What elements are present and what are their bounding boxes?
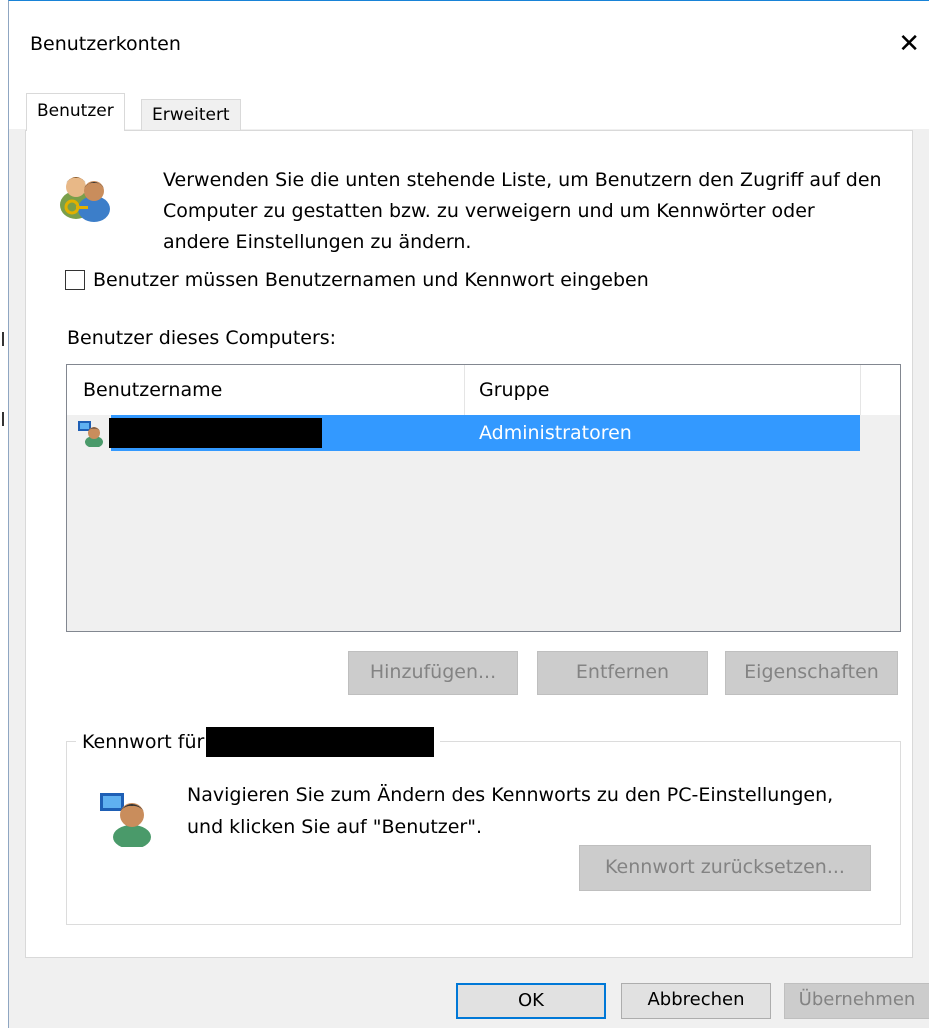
reset-password-button[interactable]: Kennwort zurücksetzen... <box>579 845 871 891</box>
password-group-legend: Kennwort für <box>76 727 441 757</box>
background-mark <box>2 412 4 426</box>
password-group-description: Navigieren Sie zum Ändern des Kennworts … <box>187 784 834 838</box>
add-user-button[interactable]: Hinzufügen... <box>348 651 518 695</box>
window-title: Benutzerkonten <box>30 33 181 55</box>
apply-button[interactable]: Übernehmen <box>784 983 929 1019</box>
users-listview[interactable]: Benutzername Gruppe Administratoren <box>66 364 901 632</box>
remove-user-button[interactable]: Entfernen <box>537 651 708 695</box>
listview-header-filler <box>861 365 900 415</box>
legend-username-redacted <box>206 727 435 757</box>
title-bar: Benutzerkonten ✕ <box>9 1 929 89</box>
ok-button[interactable]: OK <box>456 983 606 1019</box>
intro-description: Verwenden Sie die unten stehende Liste, … <box>163 169 882 253</box>
properties-button[interactable]: Eigenschaften <box>725 651 898 695</box>
user-accounts-dialog: Benutzerkonten ✕ Benutzer Erweitert Verw… <box>8 0 929 1028</box>
table-row[interactable]: Administratoren <box>67 415 860 451</box>
require-login-label[interactable]: Benutzer müssen Benutzernamen und Kennwo… <box>93 269 649 291</box>
require-login-checkbox[interactable] <box>65 270 85 290</box>
users-key-icon <box>60 177 110 222</box>
close-button[interactable]: ✕ <box>898 29 920 59</box>
tab-panel-users: Verwenden Sie die unten stehende Liste, … <box>25 130 913 958</box>
username-redacted <box>109 418 322 448</box>
users-list-label: Benutzer dieses Computers: <box>67 327 337 349</box>
cancel-button[interactable]: Abbrechen <box>621 983 771 1019</box>
user-account-icon <box>100 793 151 847</box>
background-mark <box>2 332 4 346</box>
column-header-group[interactable]: Gruppe <box>479 365 549 415</box>
require-login-row[interactable]: Benutzer müssen Benutzernamen und Kennwo… <box>65 269 649 291</box>
user-group-cell: Administratoren <box>479 422 632 444</box>
tab-advanced[interactable]: Erweitert <box>141 99 241 131</box>
user-account-icon <box>78 421 103 447</box>
password-group-legend-text: Kennwort für <box>82 731 205 753</box>
column-header-username[interactable]: Benutzername <box>83 365 222 415</box>
listview-header: Benutzername Gruppe <box>67 365 861 415</box>
column-divider[interactable] <box>464 365 465 415</box>
background-strip <box>0 0 8 1028</box>
tab-users[interactable]: Benutzer <box>26 93 125 131</box>
